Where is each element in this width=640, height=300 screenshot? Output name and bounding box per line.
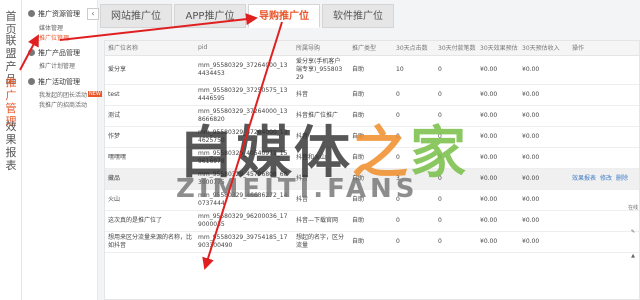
col-header-effect: 30天效果预估 [477,41,519,56]
cell-income: ¥0.00 [519,168,569,190]
cell-type: 自助 [349,55,393,85]
cell-orders: 0 [435,210,477,232]
submenu-item-plan[interactable]: 推广计划管理 [39,61,75,70]
cell-guide: 爱分享(手机客户端专享)_95580329 [293,55,349,85]
feedback-icon[interactable]: ✎ [626,229,640,247]
cell-effect: ¥0.00 [477,231,519,253]
cell-orders: 0 [435,231,477,253]
cell-name: 想用来区分流量来源的名称，比如抖音 [105,231,195,253]
cell-effect: ¥0.00 [477,55,519,85]
cell-income: ¥0.00 [519,55,569,85]
product-icon [28,49,35,56]
col-header-name: 推广位名称 [105,41,195,56]
cell-type: 自助 [349,231,393,253]
watermark-domain: ZIMEITI.FANS [176,174,419,204]
cell-effect: ¥0.00 [477,126,519,148]
cell-income: ¥0.00 [519,147,569,169]
table-row: 这次真的是推广位了 mm_95580329_96200036_179000035 抖… [105,210,639,232]
submenu-item-adzone[interactable]: 推广位管理 [39,33,69,42]
col-header-orders: 30天付款笔数 [435,41,477,56]
top-icon[interactable]: ▲ [626,253,640,271]
nav-home[interactable]: 首页 [3,10,19,36]
cell-effect: ¥0.00 [477,210,519,232]
cell-clicks: 0 [393,210,435,232]
cell-clicks: 0 [393,231,435,253]
cell-pid: mm_95580329_37264000_134434453 [195,55,293,85]
cell-effect: ¥0.00 [477,147,519,169]
cell-name: test [105,84,195,106]
submenu-item-merchant-activity[interactable]: 我推广的招商活动 [39,100,87,109]
col-header-guide: 所属导购 [293,41,349,56]
cell-type: 自助 [349,210,393,232]
col-header-type: 推广类型 [349,41,393,56]
cell-guide: 抖音 [293,84,349,106]
cell-effect: ¥0.00 [477,168,519,190]
submenu-item-media[interactable]: 媒体管理 [39,23,63,32]
cell-income: ¥0.00 [519,231,569,253]
cell-orders: 0 [435,189,477,211]
tab-guide[interactable]: 导购推广位 [248,4,320,28]
table-row: test mm_95580329_37250575_134446595 抖音 自助 0 0… [105,84,639,106]
left-vertical-nav: 首页 联盟产品 推广管理 效果报表 [0,0,22,300]
cell-income: ¥0.00 [519,189,569,211]
cell-pid: mm_95580329_39754185_17903300490 [195,231,293,253]
tab-website[interactable]: 网站推广位 [100,4,172,28]
submenu-group-product[interactable]: 推广产品管理 [28,48,80,58]
new-badge: NEW [88,91,102,97]
cell-income: ¥0.00 [519,210,569,232]
row-op-link[interactable]: 删除 [616,175,628,182]
cell-clicks: 0 [393,84,435,106]
cell-effect: ¥0.00 [477,105,519,127]
table-header-row: 推广位名称 pid 所属导购 推广类型 30天点击数 30天付款笔数 30天效果… [105,41,639,56]
cell-income: ¥0.00 [519,126,569,148]
right-float-bar: 在线 ✎ ▲ [626,205,640,277]
col-header-pid: pid [195,41,293,56]
submenu-group-activity[interactable]: 推广活动管理 [28,77,80,87]
cell-pid: mm_95580329_37250575_134446595 [195,84,293,106]
cell-ops [569,147,639,169]
cell-income: ¥0.00 [519,105,569,127]
cell-clicks: 10 [393,55,435,85]
row-op-link[interactable]: 修改 [600,175,612,182]
cell-name: 爱分享 [105,55,195,85]
cell-effect: ¥0.00 [477,189,519,211]
cell-orders: 0 [435,55,477,85]
tab-software[interactable]: 软件推广位 [322,4,394,28]
chat-icon[interactable]: 在线 [626,205,640,223]
cell-guide: 想起的名字，区分流量 [293,231,349,253]
resource-icon [28,10,35,17]
cell-pid: mm_95580329_96200036_179000035 [195,210,293,232]
row-op-link[interactable]: 效果报表 [572,175,596,182]
table-row: 爱分享 mm_95580329_37264000_134434453 爱分享(手机客… [105,55,639,85]
cell-income: ¥0.00 [519,84,569,106]
col-header-ops: 操作 [569,41,639,56]
cell-orders: 0 [435,84,477,106]
cell-ops [569,105,639,127]
col-header-income: 30天预估收入 [519,41,569,56]
submenu-item-leader-activity[interactable]: 我发起的团长活动 NEW [39,90,102,99]
table-row: 想用来区分流量来源的名称，比如抖音 mm_95580329_39754185_17… [105,231,639,253]
activity-icon [28,78,35,85]
cell-ops: 效果报表 修改 删除 [569,168,639,190]
cell-guide: 抖音—下载官网 [293,210,349,232]
cell-ops [569,126,639,148]
cell-effect: ¥0.00 [477,84,519,106]
nav-effect-reports[interactable]: 效果报表 [3,120,19,172]
tab-app[interactable]: APP推广位 [174,4,246,28]
col-header-clicks: 30天点击数 [393,41,435,56]
submenu-group-resource[interactable]: 推广资源管理 [28,9,80,19]
cell-ops [569,84,639,106]
promotion-submenu: 推广资源管理 媒体管理 推广位管理 推广产品管理 推广计划管理 推广活动管理 我… [22,0,102,300]
chevron-left-icon[interactable]: ‹ [87,8,99,20]
cell-name: 这次真的是推广位了 [105,210,195,232]
cell-ops [569,55,639,85]
adzone-tabs: 网站推广位 APP推广位 导购推广位 软件推广位 [100,4,640,28]
cell-type: 自助 [349,84,393,106]
